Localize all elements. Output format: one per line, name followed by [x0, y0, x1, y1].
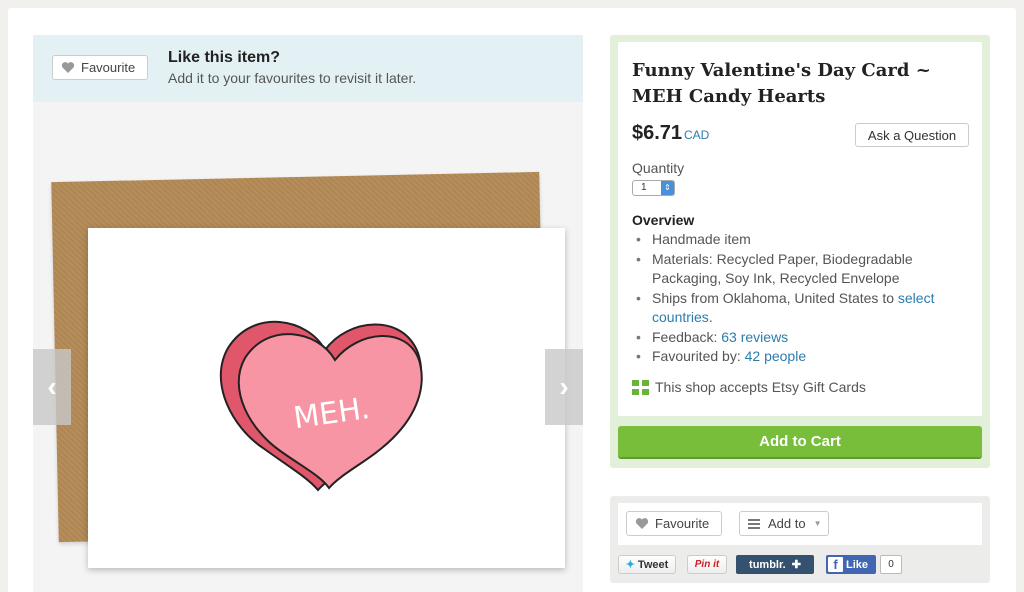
- list-item: Materials: Recycled Paper, Biodegradable…: [632, 250, 972, 289]
- favourite-button[interactable]: Favourite: [52, 55, 148, 80]
- favourite-label: Favourite: [655, 516, 710, 531]
- currency-label[interactable]: CAD: [684, 128, 709, 142]
- banner-title: Like this item?: [168, 49, 281, 66]
- feedback-label: Feedback:: [652, 328, 722, 345]
- favourite-button-label: Favourite: [81, 60, 136, 75]
- gift-icon: [632, 379, 649, 395]
- banner-subtitle: Add it to your favourites to revisit it …: [168, 70, 417, 86]
- greeting-card: MEH.: [88, 228, 565, 568]
- price: $6.71: [632, 122, 683, 144]
- social-box: Favourite Add to ▼ ✦ Tweet Pin it tumblr…: [610, 496, 990, 583]
- heart-icon: [635, 518, 649, 529]
- fb-like-label: Like: [846, 558, 869, 571]
- plus-icon: ✚: [791, 559, 801, 571]
- list-item: Feedback: 63 reviews: [632, 328, 972, 348]
- facebook-like-button[interactable]: f Like: [826, 555, 876, 574]
- add-to-list-button[interactable]: Add to ▼: [739, 511, 829, 536]
- favourite-button-secondary[interactable]: Favourite: [626, 511, 722, 536]
- buy-box: Funny Valentine's Day Card ~ MEH Candy H…: [610, 35, 990, 468]
- fb-like-count: 0: [880, 555, 902, 574]
- tumblr-label: tumblr.: [749, 558, 786, 571]
- candy-heart-illustration: MEH.: [219, 321, 423, 492]
- tumblr-button[interactable]: tumblr. ✚: [736, 555, 814, 574]
- list-item: Ships from Oklahoma, United States to se…: [632, 289, 972, 328]
- quantity-select[interactable]: 1 ⇕: [632, 180, 675, 196]
- ships-from-text: Ships from Oklahoma, United States to: [652, 289, 898, 306]
- listing-details: Funny Valentine's Day Card ~ MEH Candy H…: [618, 42, 982, 416]
- caret-down-icon: ▼: [813, 519, 822, 528]
- twitter-bird-icon: ✦: [625, 559, 635, 571]
- reviews-link[interactable]: 63 reviews: [721, 329, 788, 345]
- listing-title: Funny Valentine's Day Card ~ MEH Candy H…: [632, 60, 931, 107]
- add-to-cart-button[interactable]: Add to Cart: [618, 426, 982, 459]
- favourited-people-link[interactable]: 42 people: [745, 348, 807, 364]
- pin-it-button[interactable]: Pin it: [687, 555, 727, 574]
- gift-card-notice: This shop accepts Etsy Gift Cards: [632, 379, 866, 395]
- add-to-label: Add to: [768, 516, 806, 531]
- overview-list: Handmade item Materials: Recycled Paper,…: [632, 230, 972, 367]
- gift-card-text: This shop accepts Etsy Gift Cards: [655, 379, 866, 395]
- next-image-button[interactable]: ›: [545, 349, 583, 425]
- favourite-banner: Favourite Like this item? Add it to your…: [33, 35, 583, 102]
- ships-suffix: .: [708, 309, 713, 325]
- list-item: Handmade item: [632, 230, 972, 250]
- prev-image-button[interactable]: ‹: [33, 349, 71, 425]
- list-item: Favourited by: 42 people: [632, 347, 972, 367]
- tweet-label: Tweet: [637, 558, 669, 571]
- quantity-value: 1: [641, 182, 647, 193]
- heart-icon: [61, 62, 75, 73]
- ask-question-button[interactable]: Ask a Question: [855, 123, 969, 147]
- list-icon: [748, 518, 760, 529]
- listing-image[interactable]: MEH. ‹ ›: [33, 102, 583, 592]
- social-actions: Favourite Add to ▼: [618, 503, 982, 545]
- overview-title: Overview: [632, 212, 695, 228]
- quantity-label: Quantity: [632, 160, 685, 176]
- favourited-label: Favourited by:: [652, 348, 745, 364]
- chevron-right-icon: ›: [559, 371, 569, 402]
- tweet-button[interactable]: ✦ Tweet: [618, 555, 676, 574]
- facebook-icon: f: [828, 557, 843, 572]
- chevron-left-icon: ‹: [47, 371, 57, 402]
- select-arrows-icon: ⇕: [661, 181, 674, 195]
